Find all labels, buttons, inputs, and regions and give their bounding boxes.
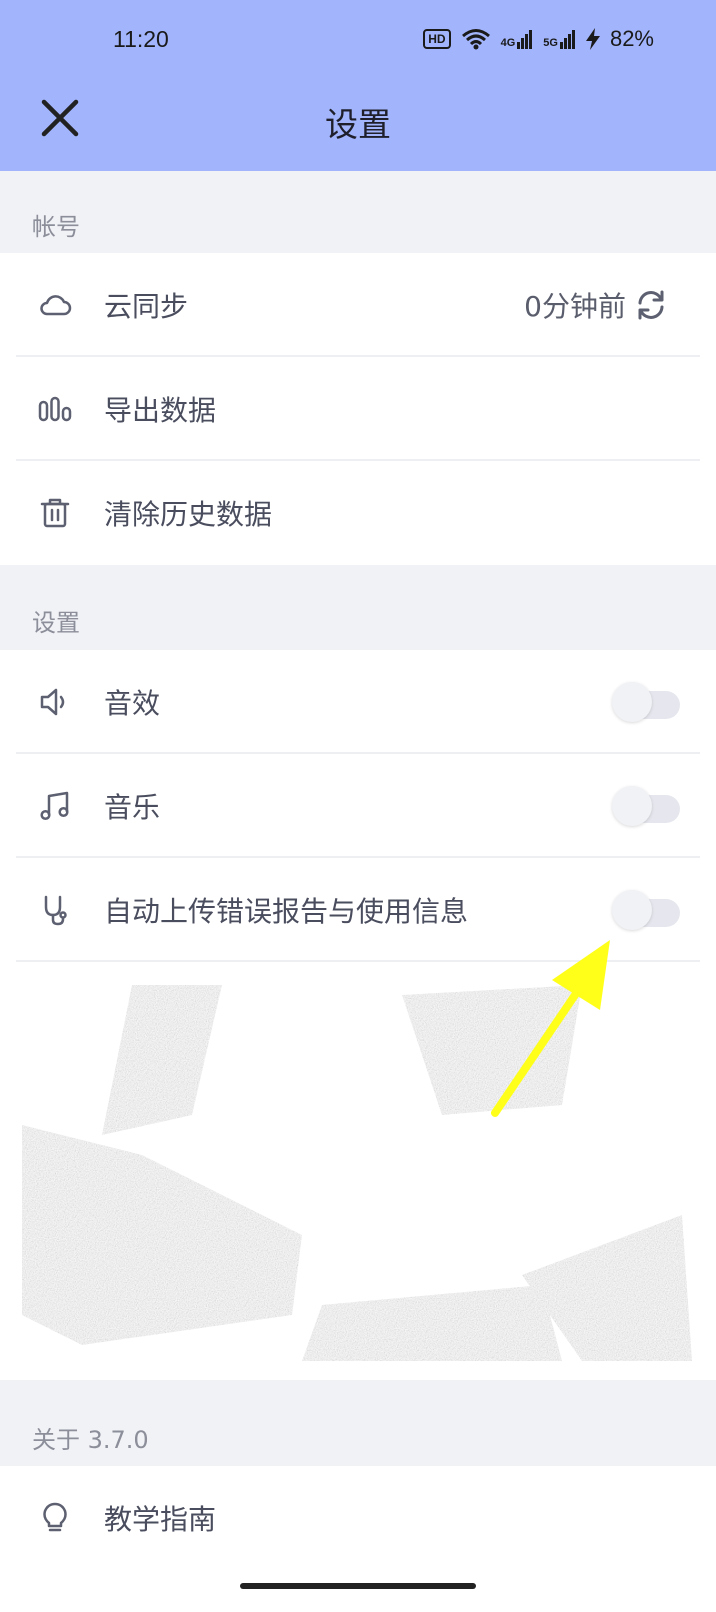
tutorial-label: 教学指南 bbox=[104, 1503, 217, 1536]
stethoscope-icon bbox=[44, 895, 67, 926]
auto-upload-label: 自动上传错误报告与使用信息 bbox=[104, 895, 469, 928]
net-5g-label: 5G bbox=[543, 37, 558, 49]
section-label-about: 关于 3.7.0 bbox=[32, 1426, 149, 1454]
cloud-sync-row[interactable]: 云同步 0分钟前 bbox=[0, 253, 716, 357]
refresh-icon[interactable] bbox=[634, 288, 668, 322]
tutorial-row[interactable]: 教学指南 bbox=[0, 1466, 716, 1570]
toggle-knob bbox=[612, 682, 652, 722]
music-label: 音乐 bbox=[104, 791, 161, 824]
clear-history-label: 清除历史数据 bbox=[104, 498, 273, 531]
music-row: 音乐 bbox=[0, 754, 716, 858]
export-data-label: 导出数据 bbox=[104, 394, 217, 427]
cloud-icon bbox=[40, 295, 72, 316]
toggle-knob bbox=[612, 786, 652, 826]
bar-chart-icon bbox=[38, 396, 72, 422]
hd-badge: HD bbox=[423, 29, 451, 49]
charging-icon bbox=[585, 28, 600, 50]
signal-4g-icon: 4G bbox=[501, 29, 534, 49]
gesture-nav-bar[interactable] bbox=[240, 1583, 476, 1589]
trash-icon bbox=[40, 498, 70, 528]
about-group: 教学指南 bbox=[0, 1466, 716, 1600]
export-data-row[interactable]: 导出数据 bbox=[0, 357, 716, 461]
annotation-arrow-icon bbox=[491, 940, 610, 1117]
section-label-settings: 设置 bbox=[32, 609, 80, 637]
sound-effects-row: 音效 bbox=[0, 650, 716, 754]
net-4g-label: 4G bbox=[500, 37, 516, 49]
wifi-icon bbox=[461, 29, 490, 50]
sound-effects-toggle[interactable] bbox=[612, 682, 680, 722]
music-note-icon bbox=[40, 791, 69, 821]
sound-effects-label: 音效 bbox=[104, 687, 161, 720]
music-toggle[interactable] bbox=[612, 786, 680, 826]
status-time: 11:20 bbox=[113, 26, 169, 52]
cloud-sync-label: 云同步 bbox=[104, 290, 189, 323]
clear-history-row[interactable]: 清除历史数据 bbox=[0, 461, 716, 565]
lightbulb-icon bbox=[43, 1502, 67, 1532]
section-label-account: 帐号 bbox=[32, 213, 80, 241]
page-title: 设置 bbox=[325, 105, 391, 144]
speaker-icon bbox=[40, 688, 65, 716]
top-bar: 11:20 HD 4G 5G 82% 设置 bbox=[0, 0, 716, 171]
battery-percent: 82% bbox=[609, 26, 654, 51]
last-sync-time: 0分钟前 bbox=[524, 290, 626, 323]
signal-5g-icon: 5G bbox=[543, 29, 576, 49]
status-icons: HD 4G 5G 82% bbox=[423, 26, 654, 52]
account-group: 云同步 0分钟前 导出数据 清除历史数据 bbox=[0, 253, 716, 565]
